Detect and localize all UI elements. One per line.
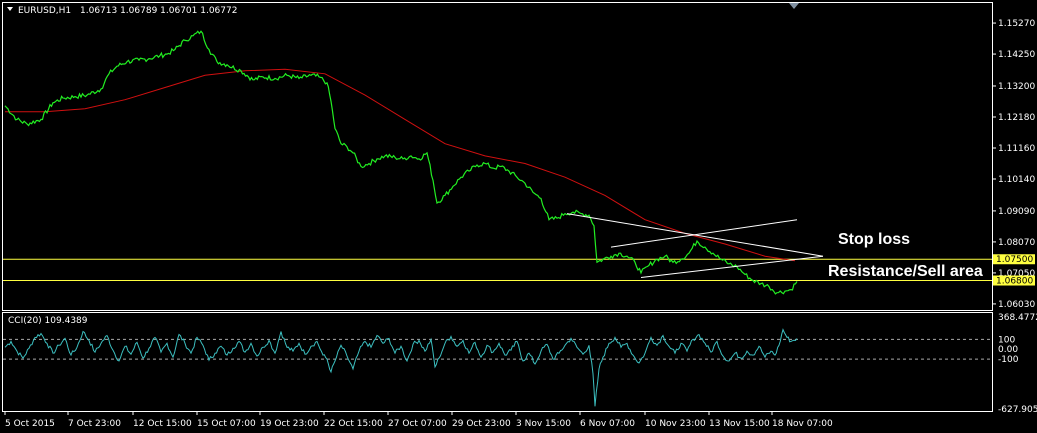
price-y-tick-label: 1.10140 xyxy=(998,175,1035,185)
cci-y-tick-label: 368.4772 xyxy=(998,313,1037,323)
x-tick-label: 3 Nov 15:00 xyxy=(516,419,571,429)
x-tick-label: 15 Oct 07:00 xyxy=(197,419,256,429)
cci-y-tick-label: 0.00 xyxy=(998,345,1018,355)
price-y-tick-label: 1.08070 xyxy=(998,238,1035,248)
price-y-tick-label: 1.09090 xyxy=(998,207,1035,217)
cci-panel xyxy=(3,328,992,407)
x-tick-label: 10 Nov 23:00 xyxy=(645,419,706,429)
chart-canvas: 1.15270 1.14250 1.13200 1.12180 1.11160 1.101… xyxy=(2,2,1037,429)
price-y-tick-label: 1.13200 xyxy=(998,82,1035,92)
shift-marker-icon[interactable] xyxy=(789,3,799,9)
x-tick-label: 5 Oct 2015 xyxy=(5,419,55,429)
cci-panel-frame xyxy=(2,312,993,412)
price-y-tick-label: 1.06030 xyxy=(998,300,1035,310)
cci-y-tick-label: 100 xyxy=(998,335,1015,345)
cci-line xyxy=(4,328,798,407)
price-panel xyxy=(3,30,992,295)
x-tick-label: 7 Oct 23:00 xyxy=(68,419,121,429)
x-tick-label: 27 Oct 07:00 xyxy=(388,419,447,429)
price-line xyxy=(4,30,798,295)
resistance-annotation: Resistance/Sell area xyxy=(828,263,983,280)
x-tick-label: 12 Oct 15:00 xyxy=(133,419,192,429)
collapse-triangle-icon[interactable] xyxy=(7,7,13,11)
x-tick-label: 13 Nov 15:00 xyxy=(709,419,770,429)
ohlc-values: 1.06713 1.06789 1.06701 1.06772 xyxy=(80,6,237,16)
cci-y-tick-label: -100 xyxy=(998,355,1019,365)
level-price-label: 1.07500 xyxy=(996,255,1033,265)
price-y-tick-label: 1.15270 xyxy=(998,19,1035,29)
trendline[interactable] xyxy=(610,219,798,248)
x-tick-label: 29 Oct 23:00 xyxy=(452,419,511,429)
cci-indicator-label: CCI(20) 109.4389 xyxy=(8,316,88,326)
price-y-tick-label: 1.14250 xyxy=(998,50,1035,60)
x-tick-label: 19 Oct 23:00 xyxy=(260,419,319,429)
price-y-tick-label: 1.12180 xyxy=(998,113,1035,123)
cci-y-tick-label: -627.9053 xyxy=(998,405,1037,415)
price-y-tick-label: 1.11160 xyxy=(998,144,1035,154)
x-tick-label: 18 Nov 07:00 xyxy=(772,419,833,429)
x-tick-label: 6 Nov 07:00 xyxy=(580,419,635,429)
chart-window: 1.15270 1.14250 1.13200 1.12180 1.11160 1.101… xyxy=(0,0,1037,433)
stop-loss-annotation: Stop loss xyxy=(838,231,910,248)
axes: 1.15270 1.14250 1.13200 1.12180 1.11160 1.101… xyxy=(4,19,1037,429)
x-tick-label: 22 Oct 15:00 xyxy=(324,419,383,429)
level-price-label: 1.06800 xyxy=(996,277,1033,287)
symbol-label: EURUSD,H1 xyxy=(18,6,71,16)
